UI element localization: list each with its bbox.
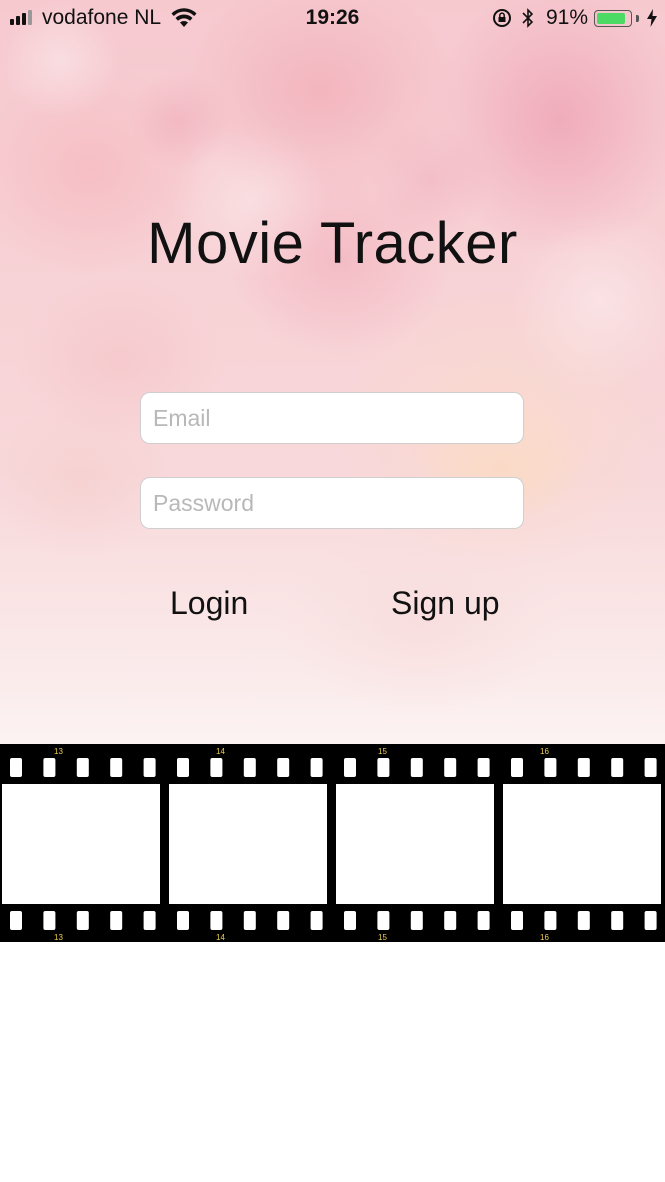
sprocket-hole-top bbox=[377, 758, 390, 777]
sprocket-hole-bottom bbox=[444, 911, 457, 930]
signup-button[interactable]: Sign up bbox=[391, 585, 500, 622]
sprocket-hole-bottom bbox=[43, 911, 56, 930]
sprocket-hole-bottom bbox=[10, 911, 22, 930]
app-title: Movie Tracker bbox=[147, 211, 518, 276]
login-button[interactable]: Login bbox=[170, 585, 248, 622]
login-screen: vodafone NL 19:26 91% Movie Tracker Emai… bbox=[0, 0, 665, 1182]
email-field[interactable] bbox=[140, 392, 524, 444]
film-frame bbox=[2, 784, 160, 904]
film-frame bbox=[336, 784, 494, 904]
status-bar: vodafone NL 19:26 91% bbox=[0, 0, 665, 38]
sprocket-hole-top bbox=[10, 758, 22, 777]
sprocket-hole-top bbox=[410, 758, 423, 777]
sprocket-hole-top bbox=[310, 758, 323, 777]
sprocket-hole-top bbox=[43, 758, 56, 777]
sprocket-hole-top bbox=[511, 758, 523, 777]
bluetooth-icon bbox=[522, 8, 534, 28]
frame-number-top: 14 bbox=[216, 747, 225, 756]
frame-number-bottom: 13 bbox=[54, 933, 63, 942]
sprocket-hole-top bbox=[110, 758, 123, 777]
frame-number-top: 13 bbox=[54, 747, 63, 756]
sprocket-hole-bottom bbox=[243, 911, 256, 930]
rotation-lock-icon bbox=[492, 9, 511, 27]
frame-number-top: 16 bbox=[540, 747, 549, 756]
sprocket-hole-top bbox=[477, 758, 490, 777]
sprocket-hole-top bbox=[277, 758, 290, 777]
battery-level bbox=[597, 12, 625, 24]
sprocket-hole-top bbox=[577, 758, 590, 777]
sprocket-hole-bottom bbox=[644, 911, 657, 930]
sprocket-hole-bottom bbox=[310, 911, 323, 930]
battery-icon bbox=[594, 9, 632, 27]
background-highlights bbox=[0, 0, 665, 1182]
sprocket-hole-bottom bbox=[377, 911, 390, 930]
sprocket-hole-top bbox=[76, 758, 89, 777]
sprocket-hole-top bbox=[243, 758, 256, 777]
sprocket-hole-bottom bbox=[477, 911, 490, 930]
sprocket-hole-top bbox=[210, 758, 223, 777]
sprocket-hole-top bbox=[143, 758, 156, 777]
sprocket-hole-bottom bbox=[277, 911, 290, 930]
film-frame bbox=[169, 784, 327, 904]
sprocket-hole-bottom bbox=[210, 911, 223, 930]
sprocket-hole-bottom bbox=[344, 911, 356, 930]
sprocket-hole-top bbox=[644, 758, 657, 777]
charging-icon bbox=[647, 9, 657, 27]
film-strip: 13 13 14 14 15 15 16 16 bbox=[0, 744, 665, 942]
status-bar-right: 91% bbox=[492, 6, 657, 30]
sprocket-hole-top bbox=[177, 758, 189, 777]
sprocket-hole-bottom bbox=[76, 911, 89, 930]
sprocket-hole-bottom bbox=[177, 911, 189, 930]
sprocket-hole-bottom bbox=[511, 911, 523, 930]
frame-number-top: 15 bbox=[378, 747, 387, 756]
password-field[interactable] bbox=[140, 477, 524, 529]
sprocket-hole-top bbox=[611, 758, 624, 777]
frame-number-bottom: 14 bbox=[216, 933, 225, 942]
sprocket-hole-bottom bbox=[577, 911, 590, 930]
sprocket-hole-top bbox=[544, 758, 557, 777]
sprocket-hole-bottom bbox=[143, 911, 156, 930]
sprocket-hole-bottom bbox=[110, 911, 123, 930]
battery-percent: 91% bbox=[545, 6, 588, 29]
sprocket-hole-top bbox=[344, 758, 356, 777]
film-frame bbox=[503, 784, 661, 904]
frame-number-bottom: 15 bbox=[378, 933, 387, 942]
sprocket-hole-top bbox=[444, 758, 457, 777]
sprocket-hole-bottom bbox=[544, 911, 557, 930]
battery-cap bbox=[636, 14, 639, 22]
frame-number-bottom: 16 bbox=[540, 933, 549, 942]
sprocket-hole-bottom bbox=[410, 911, 423, 930]
sprocket-hole-bottom bbox=[611, 911, 624, 930]
